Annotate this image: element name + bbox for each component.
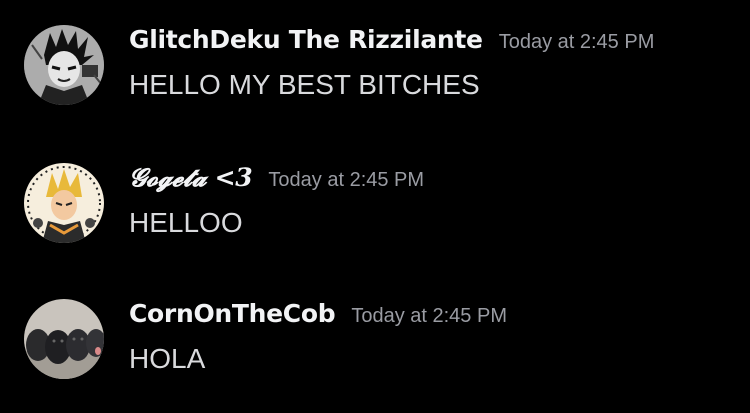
timestamp: Today at 2:45 PM	[351, 305, 507, 327]
anime-fighter-avatar-icon	[24, 163, 104, 243]
message-content: HELLOO	[129, 207, 243, 238]
message-item: GlitchDeku The Rizzilante Today at 2:45 …	[0, 25, 750, 135]
message-header: CornOnTheCob Today at 2:45 PM	[129, 299, 507, 335]
manga-character-avatar-icon	[24, 25, 104, 105]
username[interactable]: 𝓖𝓸𝓰𝓮𝓽𝓪 <3	[129, 163, 253, 193]
message-header: GlitchDeku The Rizzilante Today at 2:45 …	[129, 25, 654, 61]
avatar[interactable]	[24, 25, 104, 105]
avatar[interactable]	[24, 299, 104, 379]
username[interactable]: GlitchDeku The Rizzilante	[129, 25, 483, 54]
puppies-photo-avatar-icon	[24, 299, 104, 379]
message-content: HOLA	[129, 343, 206, 374]
timestamp: Today at 2:45 PM	[498, 31, 655, 53]
message-content: HELLO MY BEST BITCHES	[129, 69, 480, 100]
message-item: 𝓖𝓸𝓰𝓮𝓽𝓪 <3 Today at 2:45 PM HELLOO	[0, 163, 750, 273]
message-item: CornOnTheCob Today at 2:45 PM HOLA	[0, 299, 750, 409]
timestamp: Today at 2:45 PM	[268, 169, 425, 191]
username[interactable]: CornOnTheCob	[129, 299, 336, 328]
avatar[interactable]	[24, 163, 104, 243]
message-header: 𝓖𝓸𝓰𝓮𝓽𝓪 <3 Today at 2:45 PM	[129, 163, 424, 199]
